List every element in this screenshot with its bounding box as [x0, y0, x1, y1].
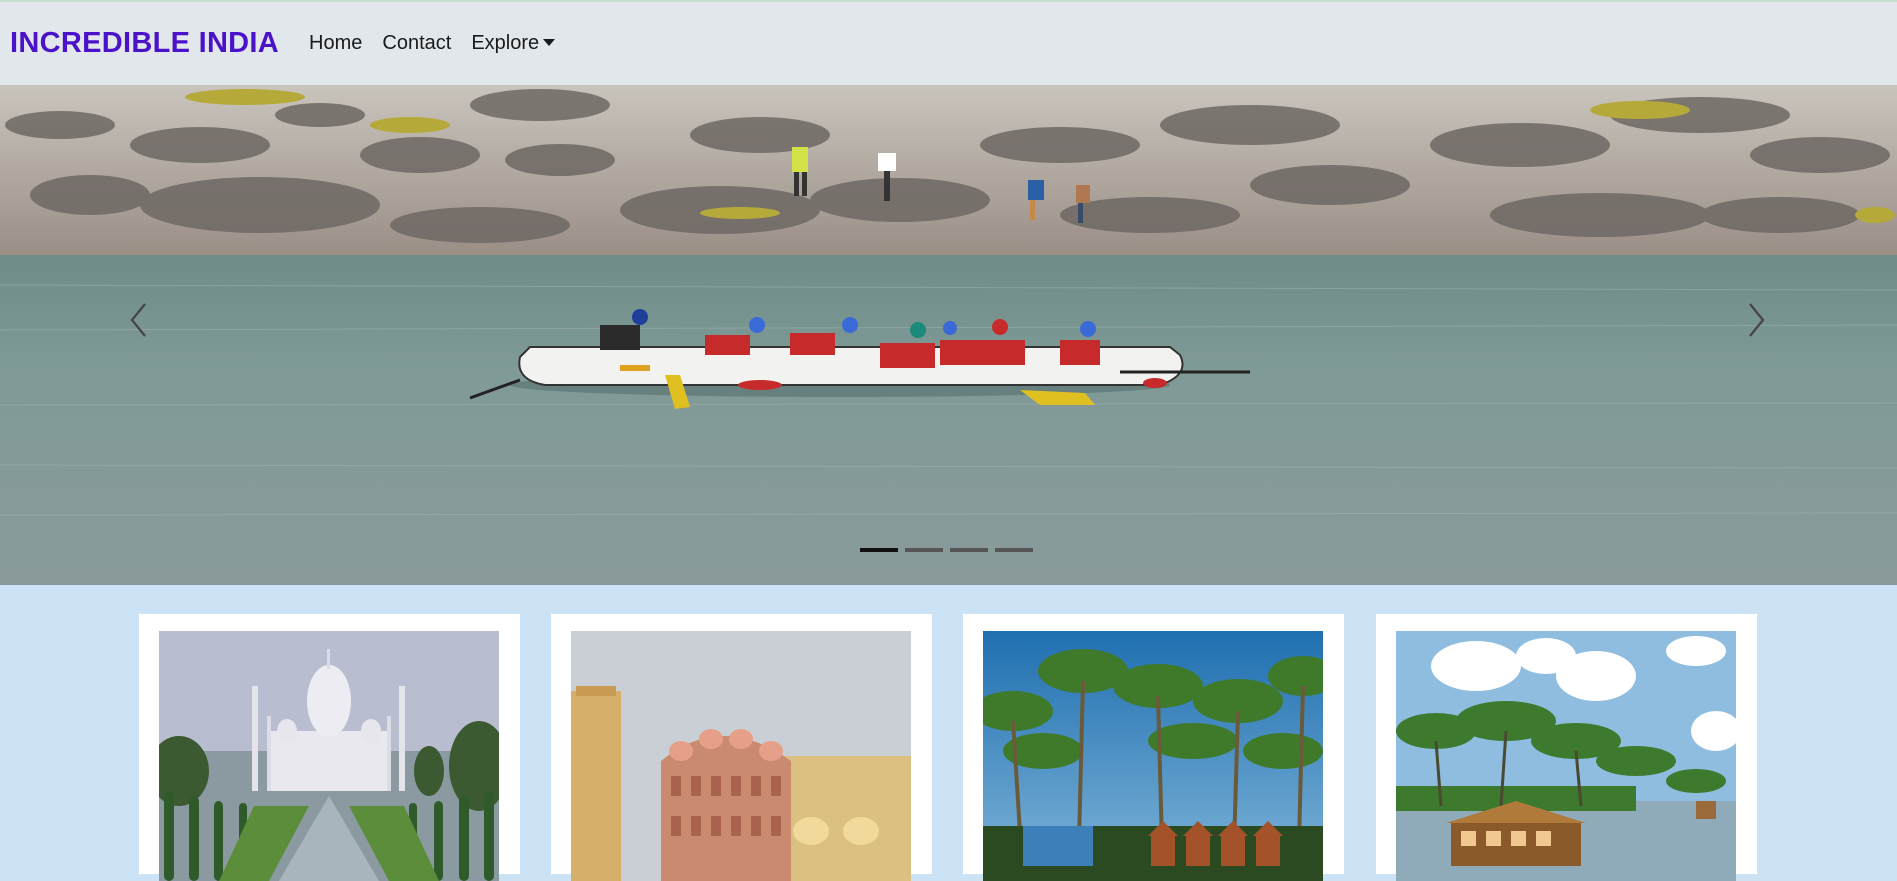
carousel-indicator[interactable]	[950, 548, 988, 552]
carousel-indicator[interactable]	[905, 548, 943, 552]
nav-explore-dropdown[interactable]: Explore	[471, 32, 556, 55]
carousel-indicators	[860, 548, 1033, 552]
hawa-mahal-photo	[571, 631, 911, 881]
destination-card[interactable]	[1376, 614, 1757, 881]
destination-card[interactable]	[139, 614, 520, 881]
carousel-indicator[interactable]	[995, 548, 1033, 552]
carousel-next-button[interactable]	[1735, 300, 1775, 340]
chevron-left-icon	[130, 303, 146, 337]
nav-links: Home Contact Explore	[299, 32, 565, 55]
destination-card[interactable]	[963, 614, 1344, 881]
nav-contact-link[interactable]: Contact	[382, 32, 451, 55]
destination-cards	[0, 585, 1897, 881]
navbar: INCREDIBLE INDIA Home Contact Explore	[0, 0, 1897, 85]
brand-logo[interactable]: INCREDIBLE INDIA	[10, 27, 279, 60]
destination-card[interactable]	[551, 614, 932, 881]
caret-down-icon	[543, 39, 556, 46]
hero-carousel	[0, 85, 1897, 585]
nav-explore-label: Explore	[471, 32, 540, 54]
kerala-houseboat-photo	[1396, 631, 1736, 881]
taj-mahal-photo	[159, 631, 499, 881]
carousel-prev-button[interactable]	[120, 300, 160, 340]
river-rafting-photo	[0, 85, 1897, 585]
goa-palm-beach-photo	[983, 631, 1323, 881]
carousel-indicator[interactable]	[860, 548, 898, 552]
chevron-right-icon	[1749, 303, 1765, 337]
nav-home-link[interactable]: Home	[309, 32, 362, 55]
